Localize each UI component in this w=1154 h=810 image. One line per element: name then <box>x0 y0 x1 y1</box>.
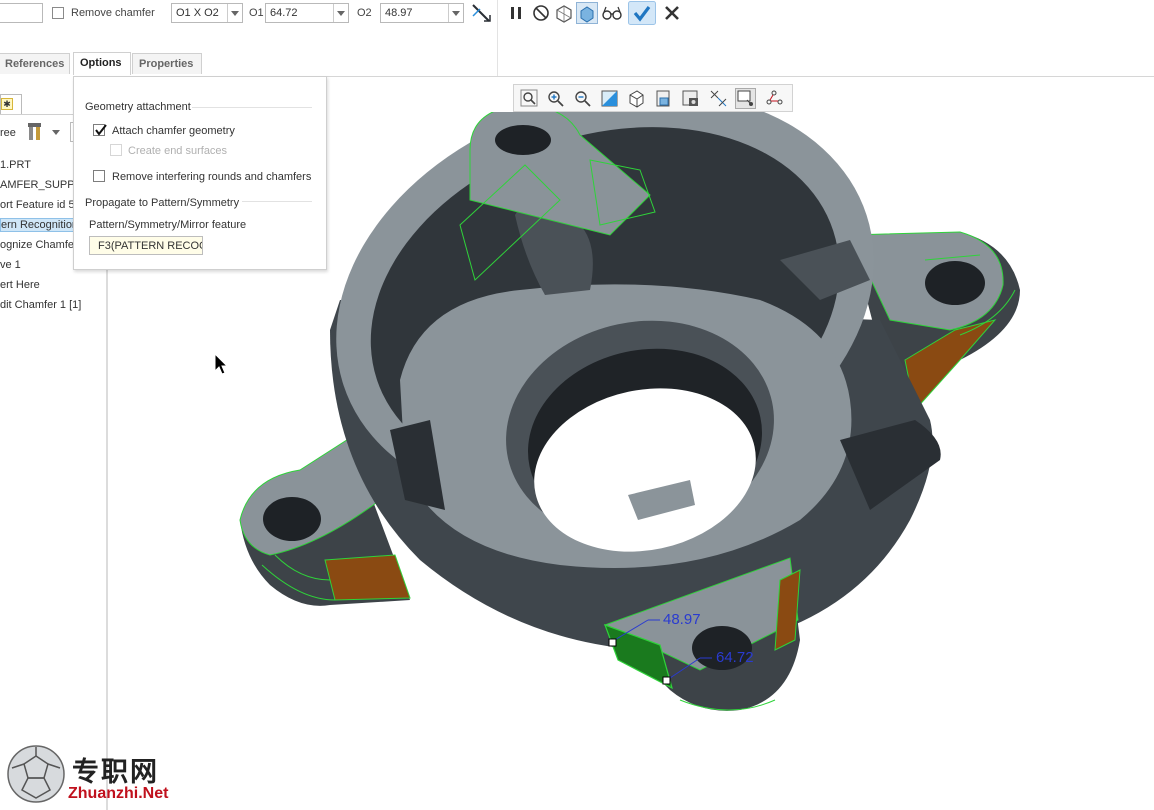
toolbar-divider <box>497 0 498 76</box>
tree-item-recognize-chamfer[interactable]: ognize Chamfe <box>0 239 74 251</box>
mouse-cursor-icon <box>214 353 229 375</box>
chamfer-set-field[interactable] <box>0 3 43 23</box>
tab-properties[interactable]: Properties <box>132 53 202 74</box>
datum-display-icon[interactable] <box>764 88 785 109</box>
o2-value-field[interactable]: 48.97 <box>380 3 464 23</box>
dimension-o1-label[interactable]: 64.72 <box>716 649 754 666</box>
tree-item-pattern-recognition[interactable]: ern Recognition <box>0 218 82 232</box>
dimension-scheme-value: O1 X O2 <box>176 7 219 19</box>
drag-handle-o1[interactable] <box>662 676 671 685</box>
dimension-o2-label[interactable]: 48.97 <box>663 611 701 628</box>
create-end-surfaces-label: Create end surfaces <box>128 145 228 157</box>
view-manager-icon[interactable] <box>680 88 701 109</box>
remove-interfering-label: Remove interfering rounds and chamfers <box>112 171 312 183</box>
glasses-icon[interactable] <box>601 2 623 24</box>
repaint-icon[interactable] <box>599 88 620 109</box>
create-end-surfaces-checkbox[interactable] <box>110 144 122 156</box>
o2-value: 48.97 <box>385 7 413 19</box>
tree-filter-label[interactable]: ree <box>0 127 16 139</box>
attach-chamfer-geometry-checkbox[interactable] <box>93 124 107 136</box>
tree-item-part[interactable]: 1.PRT <box>0 159 31 171</box>
o2-label: O2 <box>357 7 372 19</box>
drag-handle-o2[interactable] <box>608 638 617 647</box>
watermark-chinese: 专职网 <box>72 757 159 788</box>
tree-item-insert-here[interactable]: ert Here <box>0 279 40 291</box>
chevron-down-icon[interactable] <box>333 4 348 22</box>
tree-tab[interactable]: ✱ <box>0 94 22 114</box>
geometry-attachment-heading: Geometry attachment <box>85 101 191 113</box>
preview-geometry-icon[interactable] <box>553 2 575 24</box>
zoom-in-icon[interactable] <box>545 88 566 109</box>
chevron-down-icon[interactable] <box>227 4 242 22</box>
watermark-english: Zhuanzhi.Net <box>68 785 169 802</box>
tree-item-import-feature[interactable]: ort Feature id 5 <box>0 199 75 211</box>
no-preview-icon[interactable] <box>530 2 552 24</box>
tab-options[interactable]: Options <box>73 52 131 75</box>
watermark-logo-icon <box>7 745 65 803</box>
section-divider <box>192 107 312 108</box>
tree-item-move[interactable]: ve 1 <box>0 259 21 271</box>
pause-icon[interactable] <box>505 2 527 24</box>
remove-chamfer-checkbox[interactable] <box>52 7 64 19</box>
dimension-scheme-dropdown[interactable]: O1 X O2 <box>171 3 243 23</box>
remove-interfering-checkbox[interactable] <box>93 170 105 182</box>
options-panel: Geometry attachment Attach chamfer geome… <box>73 76 327 270</box>
o1-label: O1 <box>249 7 264 19</box>
chevron-down-icon[interactable] <box>448 4 463 22</box>
tree-settings-icon[interactable] <box>25 121 47 143</box>
pattern-feature-value: F3(PATTERN RECOGN <box>98 240 202 252</box>
zoom-out-icon[interactable] <box>572 88 593 109</box>
star-icon: ✱ <box>1 98 13 110</box>
section-divider <box>242 201 312 202</box>
pattern-feature-collector[interactable]: F3(PATTERN RECOGN <box>89 236 203 255</box>
annotation-display-icon[interactable] <box>735 88 756 109</box>
propagate-heading: Propagate to Pattern/Symmetry <box>85 197 240 209</box>
cancel-x-icon[interactable] <box>661 2 683 24</box>
perspective-icon[interactable] <box>708 88 729 109</box>
refit-icon[interactable] <box>519 88 540 109</box>
o1-value-field[interactable]: 64.72 <box>265 3 349 23</box>
ok-check-icon[interactable] <box>628 1 656 25</box>
flip-direction-icon[interactable] <box>470 2 492 24</box>
check-icon <box>95 124 107 136</box>
tree-item-edit-chamfer[interactable]: dit Chamfer 1 [1] <box>0 299 81 311</box>
remove-chamfer-label: Remove chamfer <box>71 7 155 19</box>
display-style-icon[interactable] <box>626 88 647 109</box>
pattern-feature-label: Pattern/Symmetry/Mirror feature <box>89 219 247 231</box>
attach-chamfer-geometry-label: Attach chamfer geometry <box>112 125 235 137</box>
verify-mode-icon[interactable] <box>576 2 598 24</box>
graphics-toolbar <box>513 84 793 112</box>
tab-references[interactable]: References <box>0 53 70 74</box>
o1-value: 64.72 <box>270 7 298 19</box>
chevron-down-icon[interactable] <box>52 130 60 135</box>
saved-orientations-icon[interactable] <box>653 88 674 109</box>
